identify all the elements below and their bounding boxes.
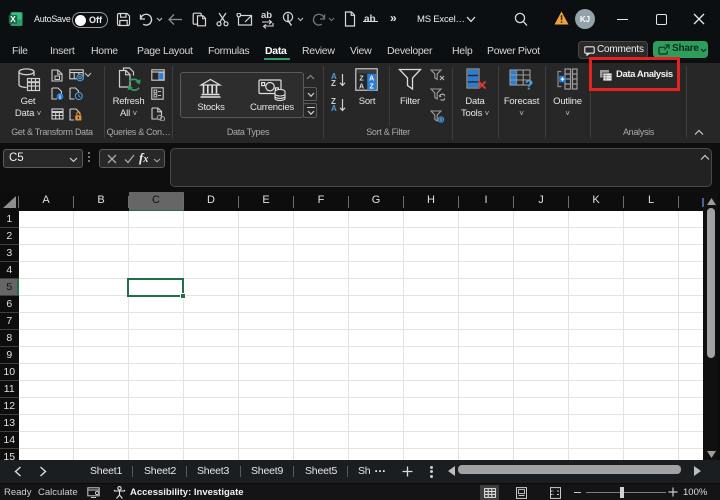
svg-text:Z: Z (370, 84, 375, 91)
svg-text:A: A (359, 84, 364, 91)
svg-text:i: i (59, 94, 61, 100)
svg-text:Z: Z (359, 76, 364, 83)
svg-text:X: X (10, 14, 16, 24)
svg-text:?: ? (525, 77, 534, 91)
svg-text:A: A (369, 76, 374, 83)
